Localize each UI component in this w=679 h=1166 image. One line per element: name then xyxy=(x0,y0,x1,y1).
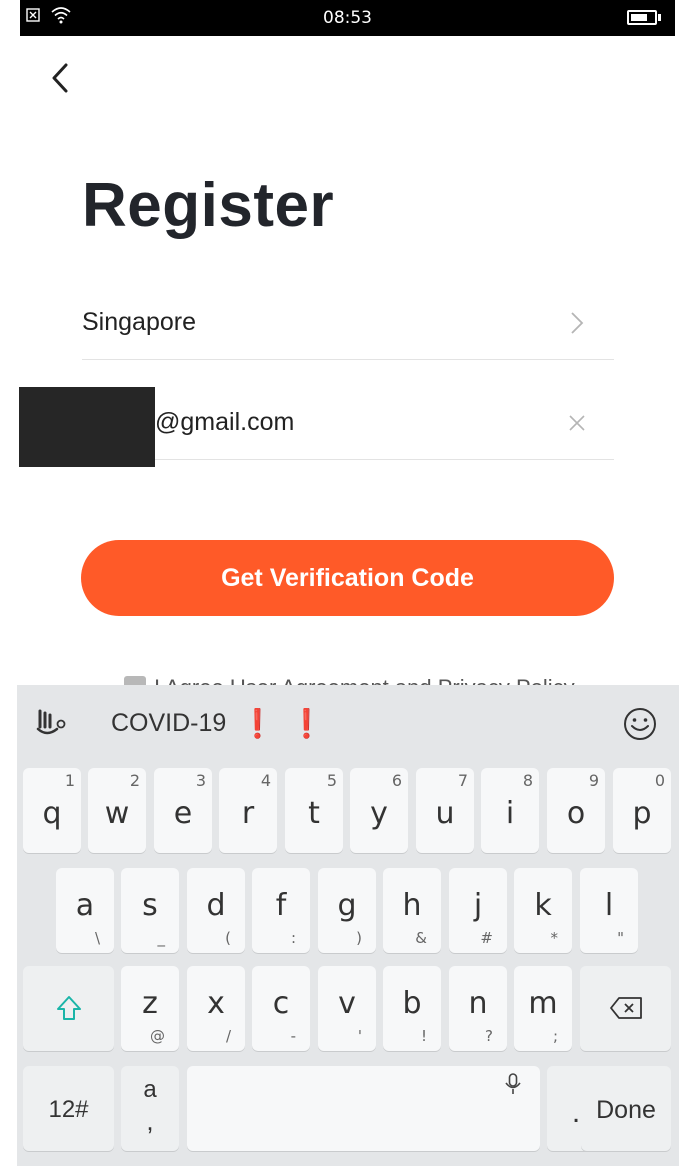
numbers-key[interactable]: 12# xyxy=(23,1066,114,1151)
suggestion-item[interactable]: COVID-19 ❗ ❗ xyxy=(111,707,324,740)
exclamation-icon: ❗ xyxy=(289,708,325,739)
key-s[interactable]: s _ xyxy=(121,868,179,953)
key-o[interactable]: 9o xyxy=(547,768,605,853)
redacted-email-prefix xyxy=(19,387,155,467)
suggestion-bar: COVID-19 ❗ ❗ xyxy=(17,685,679,757)
key-z[interactable]: z @ xyxy=(121,966,179,1051)
key-g[interactable]: g) xyxy=(318,868,376,953)
key-q[interactable]: 1q xyxy=(23,768,81,853)
key-t[interactable]: 5t xyxy=(285,768,343,853)
battery-icon xyxy=(627,10,657,25)
suggestion-text: COVID-19 xyxy=(111,709,227,737)
key-i[interactable]: 8i xyxy=(481,768,539,853)
page-title: Register xyxy=(82,171,335,240)
key-v[interactable]: v ' xyxy=(318,966,376,1051)
country-selector[interactable]: Singapore xyxy=(82,300,614,360)
key-r[interactable]: 4r xyxy=(219,768,277,853)
key-u[interactable]: 7u xyxy=(416,768,474,853)
key-j[interactable]: j # xyxy=(449,868,507,953)
space-key[interactable] xyxy=(187,1066,540,1151)
key-h[interactable]: h & xyxy=(383,868,441,953)
language-key[interactable]: a , xyxy=(121,1066,179,1151)
done-key[interactable]: Done xyxy=(581,1066,671,1151)
backspace-key[interactable] xyxy=(580,966,671,1051)
key-c[interactable]: c- xyxy=(252,966,310,1051)
shift-icon xyxy=(57,996,81,1020)
shift-key[interactable] xyxy=(23,966,114,1051)
key-m[interactable]: m; xyxy=(514,966,572,1051)
key-d[interactable]: d( xyxy=(187,868,245,953)
key-y[interactable]: 6y xyxy=(350,768,408,853)
key-f[interactable]: f: xyxy=(252,868,310,953)
backspace-icon xyxy=(610,997,642,1019)
key-k[interactable]: k * xyxy=(514,868,572,953)
status-time: 08:53 xyxy=(323,8,372,28)
key-a[interactable]: a \ xyxy=(56,868,114,953)
key-e[interactable]: 3e xyxy=(154,768,212,853)
key-n[interactable]: n? xyxy=(449,966,507,1051)
back-button[interactable] xyxy=(40,58,80,98)
exclamation-icon: ❗ xyxy=(240,708,276,739)
email-value[interactable]: @gmail.com xyxy=(155,408,294,437)
emoji-icon[interactable] xyxy=(623,707,657,741)
soft-keyboard: COVID-19 ❗ ❗ 1q 2w 3e 4r 5t 6y 7u 8i 9o … xyxy=(17,685,679,1166)
key-x[interactable]: x / xyxy=(187,966,245,1051)
chevron-right-icon xyxy=(566,310,588,336)
key-b[interactable]: b! xyxy=(383,966,441,1051)
battery-tip xyxy=(658,14,661,21)
keyboard-logo-icon[interactable] xyxy=(35,707,71,737)
get-verification-code-button[interactable]: Get Verification Code xyxy=(81,540,614,616)
microphone-icon[interactable] xyxy=(504,1072,522,1096)
key-l[interactable]: l " xyxy=(580,868,638,953)
key-p[interactable]: 0p xyxy=(613,768,671,853)
country-value: Singapore xyxy=(82,308,196,336)
clear-icon[interactable] xyxy=(566,410,588,436)
chevron-left-icon xyxy=(52,63,68,93)
key-w[interactable]: 2w xyxy=(88,768,146,853)
status-bar: 08:53 xyxy=(20,0,675,36)
